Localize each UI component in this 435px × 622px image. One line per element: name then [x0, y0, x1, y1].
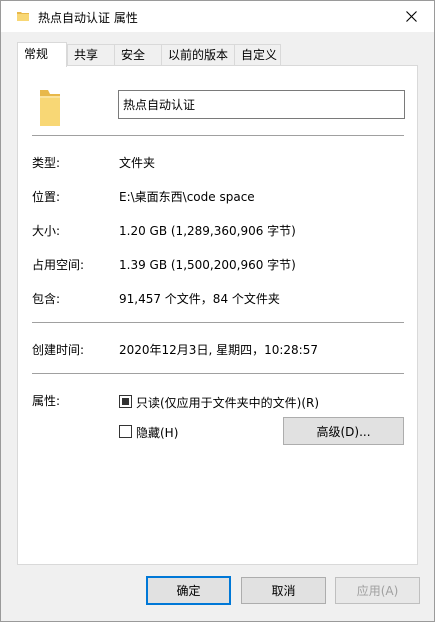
size-value: 1.20 GB (1,289,360,906 字节)	[119, 224, 296, 238]
tab-previous-versions[interactable]: 以前的版本	[161, 44, 235, 65]
tab-sharing[interactable]: 共享	[67, 44, 115, 65]
tab-security[interactable]: 安全	[114, 44, 162, 65]
separator	[32, 135, 404, 136]
advanced-button[interactable]: 高级(D)...	[283, 417, 404, 445]
folder-icon	[17, 12, 29, 21]
window-title: 热点自动认证 属性	[38, 11, 138, 25]
close-button[interactable]	[389, 1, 434, 32]
tab-customize[interactable]: 自定义	[234, 44, 281, 65]
separator	[32, 373, 404, 374]
close-icon	[406, 11, 417, 22]
apply-button[interactable]: 应用(A)	[335, 577, 420, 604]
general-panel: 类型: 文件夹 位置: E:\桌面东西\code space 大小: 1.20 …	[17, 65, 418, 565]
disk-size-label: 占用空间:	[32, 258, 85, 272]
title-bar: 热点自动认证 属性	[1, 1, 434, 32]
created-label: 创建时间:	[32, 343, 85, 357]
contains-value: 91,457 个文件，84 个文件夹	[119, 292, 280, 306]
folder-name-input[interactable]	[118, 90, 405, 119]
properties-window: 热点自动认证 属性 常规 共享 安全 以前的版本 自定义 类型: 文件夹 位置:…	[0, 0, 435, 622]
readonly-checkbox[interactable]	[119, 395, 132, 408]
type-label: 类型:	[32, 156, 61, 170]
type-value: 文件夹	[119, 156, 156, 170]
tab-general[interactable]: 常规	[17, 42, 67, 67]
folder-large-icon	[40, 90, 60, 126]
size-label: 大小:	[32, 224, 61, 238]
disk-size-value: 1.39 GB (1,500,200,960 字节)	[119, 258, 296, 272]
hidden-checkbox[interactable]	[119, 425, 132, 438]
ok-button[interactable]: 确定	[146, 576, 231, 605]
hidden-label[interactable]: 隐藏(H)	[136, 424, 178, 441]
created-value: 2020年12月3日, 星期四，10:28:57	[119, 343, 318, 357]
readonly-label[interactable]: 只读(仅应用于文件夹中的文件)(R)	[136, 394, 319, 411]
tab-strip: 常规 共享 安全 以前的版本 自定义	[17, 42, 417, 67]
separator	[32, 322, 404, 323]
location-value: E:\桌面东西\code space	[119, 190, 255, 204]
attributes-label: 属性:	[32, 394, 61, 408]
contains-label: 包含:	[32, 292, 61, 306]
cancel-button[interactable]: 取消	[241, 577, 326, 604]
location-label: 位置:	[32, 190, 61, 204]
